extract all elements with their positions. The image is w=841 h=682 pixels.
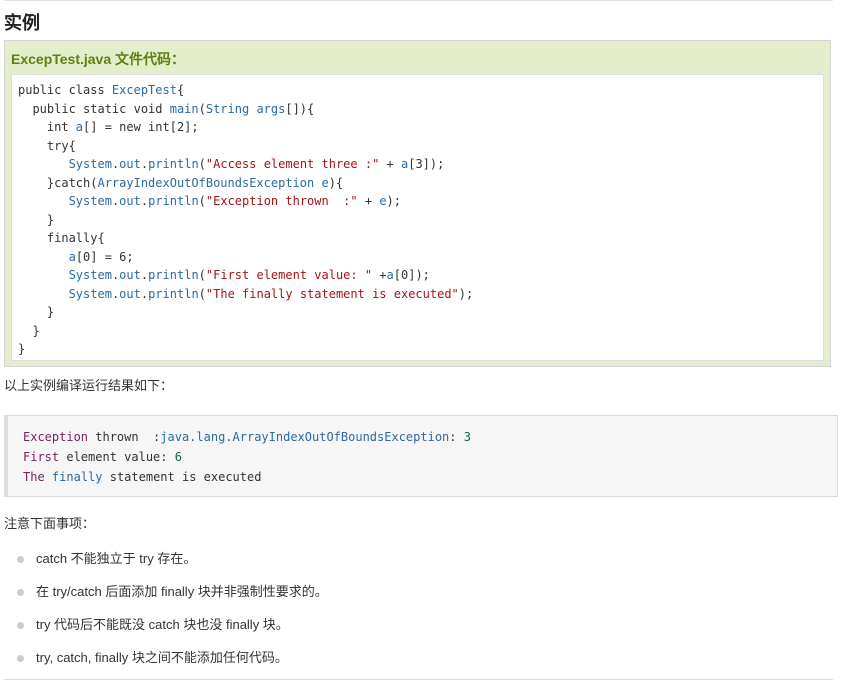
code-block: public class ExcepTest{ public static vo… (18, 81, 823, 359)
example-title: ExcepTest.java 文件代码： (11, 51, 186, 67)
bullet-icon (17, 556, 24, 563)
code-line: try{ (18, 138, 76, 153)
code-panel: public class ExcepTest{ public static vo… (11, 74, 824, 361)
notes-title: 注意下面事项： (4, 516, 96, 531)
code-line: } (18, 323, 40, 338)
code-line: public static void main(String args[]){ (18, 101, 315, 116)
note-text: try 代码后不能既没 catch 块也没 finally 块。 (36, 617, 289, 632)
code-line: public class ExcepTest{ (18, 83, 185, 97)
code-line: } (18, 342, 26, 356)
bottom-divider (4, 679, 833, 680)
note-item: catch 不能独立于 try 存在。 (17, 548, 328, 581)
note-item: 在 try/catch 后面添加 finally 块并非强制性要求的。 (17, 581, 328, 614)
note-item: try, catch, finally 块之间不能添加任何代码。 (17, 647, 328, 680)
output-line: Exception thrown :java.lang.ArrayIndexOu… (23, 430, 471, 444)
note-text: 在 try/catch 后面添加 finally 块并非强制性要求的。 (36, 584, 328, 599)
output-panel: Exception thrown :java.lang.ArrayIndexOu… (4, 415, 838, 497)
code-line: System.out.println("First element value:… (68, 268, 430, 282)
code-line: System.out.println("Access element three… (68, 157, 445, 171)
note-item: try 代码后不能既没 catch 块也没 finally 块。 (17, 614, 328, 647)
note-text: try, catch, finally 块之间不能添加任何代码。 (36, 650, 288, 665)
output-block: Exception thrown :java.lang.ArrayIndexOu… (8, 416, 837, 487)
output-line: The finally statement is executed (23, 470, 262, 484)
notes-list: catch 不能独立于 try 存在。 在 try/catch 后面添加 fin… (17, 548, 328, 680)
bullet-icon (17, 589, 24, 596)
bullet-icon (17, 655, 24, 662)
code-line: System.out.println("The finally statemen… (68, 286, 474, 301)
intro-text: 以上实例编译运行结果如下： (4, 378, 174, 393)
top-divider (4, 0, 833, 1)
code-line: System.out.println("Exception thrown :" … (68, 194, 401, 208)
code-line: } (18, 212, 55, 227)
code-line: }catch(ArrayIndexOutOfBoundsException e)… (18, 175, 344, 190)
example-box: ExcepTest.java 文件代码： public class ExcepT… (4, 40, 831, 367)
code-line: finally{ (18, 231, 105, 245)
note-text: catch 不能独立于 try 存在。 (36, 551, 197, 566)
code-line: int a[] = new int[2]; (18, 120, 199, 134)
bullet-icon (17, 622, 24, 629)
code-line: a[0] = 6; (68, 249, 134, 264)
section-heading: 实例 (4, 13, 40, 33)
code-line: } (18, 305, 55, 319)
output-line: First element value: 6 (23, 450, 182, 464)
